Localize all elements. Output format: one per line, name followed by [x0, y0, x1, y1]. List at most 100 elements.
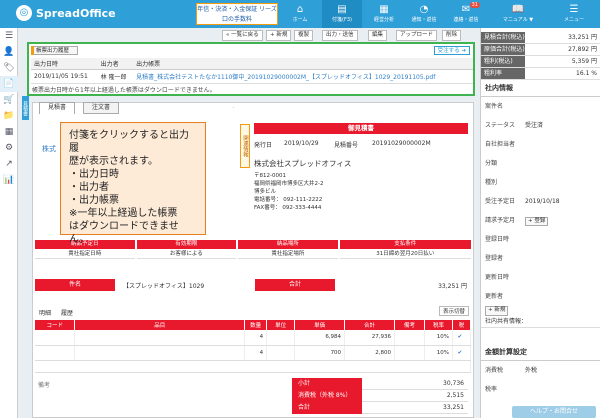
- terms-value: 貴社指定日時: [35, 250, 135, 259]
- callout-arrow: [232, 107, 234, 108]
- history-tab[interactable]: 帳票出力履歴: [31, 46, 78, 55]
- info-row: 受注予定日 2019/10/18: [481, 192, 600, 211]
- info-label: 請求予定月: [485, 217, 516, 224]
- info-row: 更新日時: [481, 268, 600, 287]
- tax-row: 消費税（外税 8%） 2,515: [292, 390, 468, 402]
- hamburger-icon[interactable]: ☰: [0, 28, 18, 44]
- callout-line: ・出力日時: [69, 169, 119, 180]
- tax-row: 税率: [481, 380, 600, 399]
- tab-order[interactable]: 注文書: [83, 102, 120, 114]
- print-send-button[interactable]: 出力・送信: [322, 30, 358, 41]
- new-button[interactable]: + 新規: [485, 306, 509, 316]
- nav-analysis[interactable]: ▦ 経営分析: [364, 0, 404, 28]
- item-name: [74, 345, 246, 361]
- register-button[interactable]: + 登録: [525, 217, 549, 226]
- item-total: 2,800: [344, 345, 396, 361]
- tag-icon[interactable]: 🏷: [0, 60, 18, 76]
- display-toggle-button[interactable]: 表示切替: [438, 306, 469, 316]
- folder-icon[interactable]: 📁: [0, 108, 18, 124]
- info-value: 受注済: [525, 122, 544, 129]
- callout-line: 付箋をクリックすると出力履: [69, 130, 189, 154]
- tab-detail[interactable]: 明細: [39, 308, 51, 317]
- subtotal-value: 30,736: [362, 378, 468, 390]
- item-note: [394, 330, 425, 346]
- info-value: 2019/10/18: [525, 198, 560, 205]
- issuer-line: 電話番号： 092-111-2222: [254, 197, 323, 203]
- history-file-link[interactable]: 見積書_株式会社テストたなか1110御中_20191029000002M_【スプ…: [136, 74, 435, 81]
- document-icon[interactable]: 📄: [0, 76, 18, 92]
- nav-contact[interactable]: 31 ✉ 連絡・返信: [446, 0, 486, 28]
- terms-value: 貴社指定場所: [238, 250, 338, 259]
- issuer-line: 博多ビル: [254, 189, 277, 195]
- nav-sticky-note[interactable]: ▤ 付箋(F3): [322, 0, 362, 28]
- summary-label: 見積合計(税込): [481, 32, 525, 43]
- copy-button[interactable]: 複製: [294, 30, 314, 41]
- col-total: 合計: [344, 320, 396, 330]
- info-value: [525, 268, 596, 287]
- col-tax-rate: 税率: [424, 320, 453, 330]
- edit-button[interactable]: 編集: [368, 30, 388, 41]
- subject-label: 件名: [35, 279, 115, 291]
- tax-value: 2,515: [362, 390, 468, 402]
- item-tax-rate: 10%: [424, 330, 453, 346]
- toolbar: « 一覧に戻る + 新規 複製 出力・送信 編集 アップロード 削除: [22, 28, 478, 42]
- upload-button[interactable]: アップロード: [396, 30, 438, 41]
- nav-analysis-label: 経営分析: [373, 17, 394, 23]
- issuer-line: 〒812-0001: [254, 173, 286, 179]
- external-link-icon[interactable]: ↗: [0, 156, 18, 172]
- back-to-list-button[interactable]: « 一覧に戻る: [222, 30, 263, 41]
- item-unit: [266, 330, 296, 346]
- table-row: 2019/11/05 19:51 林 隆一郎 見積書_株式会社テストたなか111…: [31, 69, 473, 84]
- logo-icon: ◎: [16, 5, 32, 21]
- issuer-address: 〒812-0001 福岡県福岡市博多区大井2-2 博多ビル 電話番号： 092-…: [254, 172, 323, 212]
- item-code: [35, 330, 76, 346]
- menu-icon: ☰: [569, 4, 579, 15]
- nav-menu[interactable]: ☰ メニュー: [548, 0, 600, 28]
- chart-icon[interactable]: 📊: [0, 172, 18, 188]
- totals-box: 小計 30,736 消費税（外税 8%） 2,515 合計 33,251: [292, 378, 468, 414]
- tax-label: 消費税: [485, 367, 504, 374]
- app-logo[interactable]: ◎ SpreadOffice: [16, 5, 116, 21]
- subject-row: 件名 【スプレッドオフィス】1029 合計 33,251 円: [35, 279, 471, 291]
- receive-order-button[interactable]: 受注する ➜: [433, 46, 470, 55]
- subtotal-row: 小計 30,736: [292, 378, 468, 390]
- tab-history[interactable]: 履歴: [61, 308, 73, 317]
- nav-notify[interactable]: ◔ 通知・返信: [404, 0, 444, 28]
- terms-value-row: 貴社指定日時 お客様による 貴社指定場所 31日締め翌月20日払い: [35, 250, 471, 259]
- related-info-tag[interactable]: 関連情報: [240, 124, 250, 168]
- table-row[interactable]: 4 700 2,800 10% ✔: [35, 345, 472, 361]
- estimate-side-tab[interactable]: 見積書: [22, 96, 29, 120]
- item-tax-rate: 10%: [424, 345, 453, 361]
- promo-banner[interactable]: 年信・決済・入金保証 リーズ口の手数料: [196, 3, 278, 25]
- table-icon[interactable]: ▦: [0, 124, 18, 140]
- col-datetime: 出力日時: [31, 58, 98, 70]
- info-value: [525, 97, 596, 116]
- info-value: [525, 230, 596, 249]
- help-button[interactable]: ヘルプ・お問合せ: [512, 406, 596, 418]
- new-button[interactable]: + 新規: [266, 30, 292, 41]
- summary-value: 27,892 円: [568, 46, 597, 53]
- remarks-label: 備考: [38, 382, 51, 389]
- nav-manual-label: マニュアル ▼: [502, 17, 534, 23]
- tab-estimate[interactable]: 見積書: [39, 102, 76, 114]
- table-row[interactable]: 4 6,984 27,936 10% ✔: [35, 330, 472, 346]
- nav-manual[interactable]: 📖 マニュアル ▼: [492, 0, 544, 28]
- callout-line: ・出力者: [69, 182, 109, 193]
- item-name: [74, 330, 246, 346]
- cart-icon[interactable]: 🛒: [0, 92, 18, 108]
- history-file: 見積書_株式会社テストたなか1110御中_20191029000002M_【スプ…: [133, 69, 473, 84]
- history-note: 帳票出力日時から1年以上経過した帳票はダウンロードできません。: [32, 87, 216, 94]
- person-icon[interactable]: 👤: [0, 44, 18, 60]
- nav-home-label: ホーム: [292, 17, 308, 23]
- col-note: 備考: [394, 320, 425, 330]
- gear-icon[interactable]: ⚙: [0, 140, 18, 156]
- delete-button[interactable]: 削除: [442, 30, 462, 41]
- table-row: [35, 360, 471, 373]
- info-row: 種別: [481, 173, 600, 192]
- history-user: 林 隆一郎: [97, 69, 134, 84]
- mail-icon: ✉: [461, 4, 471, 15]
- estimate-number-label: 見積番号: [334, 142, 359, 149]
- check-icon: ✔: [452, 330, 472, 346]
- info-label: 案件名: [485, 103, 504, 110]
- nav-home[interactable]: ⌂ ホーム: [280, 0, 320, 28]
